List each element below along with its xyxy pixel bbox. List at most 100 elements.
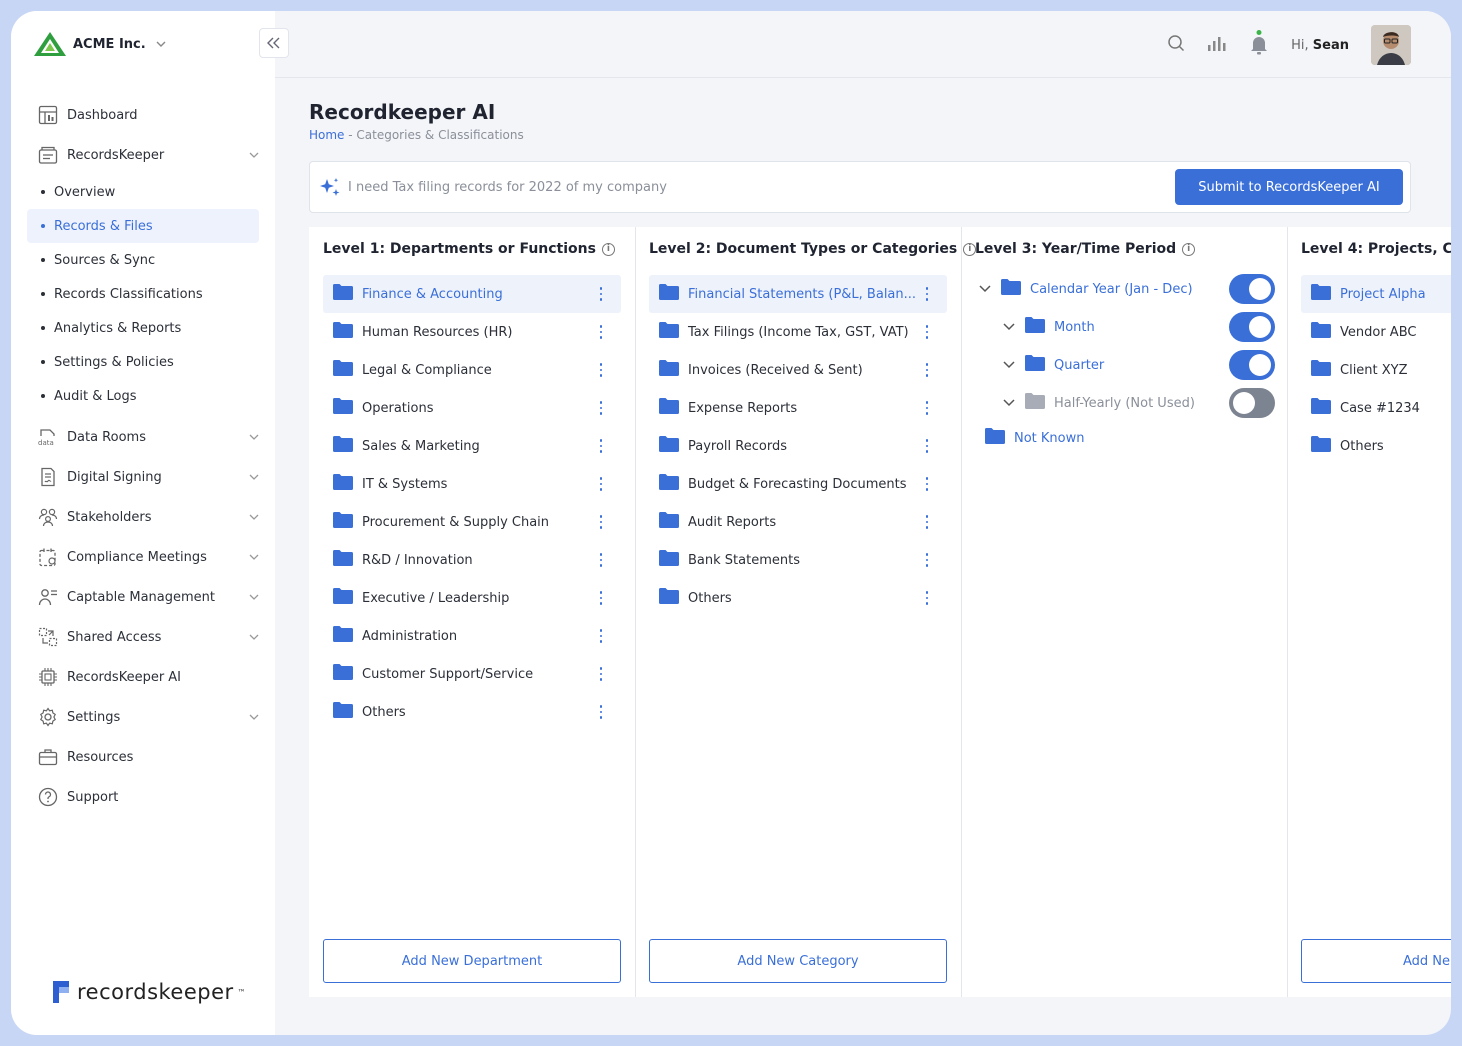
sidebar-item-recordskeeper-ai[interactable]: RecordsKeeper AI [27, 657, 259, 697]
more-options-icon[interactable] [595, 666, 607, 682]
info-icon[interactable]: i [1182, 242, 1196, 256]
tree-item-calendar-year[interactable]: Calendar Year (Jan - Dec) [977, 279, 1193, 299]
more-options-icon[interactable] [595, 286, 607, 302]
sidebar-subitem-records-classifications[interactable]: Records Classifications [27, 277, 259, 311]
more-options-icon[interactable] [595, 590, 607, 606]
more-options-icon[interactable] [595, 324, 607, 340]
more-options-icon[interactable] [595, 400, 607, 416]
ai-prompt-input[interactable] [348, 176, 1048, 198]
add-new-department-button[interactable]: Add New Department [323, 939, 621, 983]
level1-item[interactable]: R&D / Innovation [323, 541, 621, 579]
level1-item[interactable]: Sales & Marketing [323, 427, 621, 465]
sidebar-item-captable-management[interactable]: Captable Management [27, 577, 259, 617]
month-toggle[interactable] [1229, 312, 1275, 342]
chevron-down-icon[interactable] [1001, 321, 1017, 334]
subitem-label: Analytics & Reports [54, 320, 182, 336]
level2-item[interactable]: Invoices (Received & Sent) [649, 351, 947, 389]
more-options-icon[interactable] [595, 628, 607, 644]
tree-item-quarter[interactable]: Quarter [1001, 355, 1104, 375]
more-options-icon[interactable] [921, 438, 933, 454]
tree-item-month[interactable]: Month [1001, 317, 1095, 337]
more-options-icon[interactable] [921, 590, 933, 606]
level4-item[interactable]: Project Alpha [1301, 275, 1451, 313]
chevron-down-icon[interactable] [1001, 397, 1017, 410]
sidebar-item-data-rooms[interactable]: data Data Rooms [27, 417, 259, 457]
sidebar-item-resources[interactable]: Resources [27, 737, 259, 777]
sidebar-item-shared-access[interactable]: Shared Access [27, 617, 259, 657]
sidebar-item-stakeholders[interactable]: Stakeholders [27, 497, 259, 537]
more-options-icon[interactable] [595, 552, 607, 568]
half-yearly-toggle[interactable] [1229, 388, 1275, 418]
collapse-sidebar-button[interactable] [259, 28, 289, 58]
acme-logo-icon [34, 32, 66, 56]
add-new-project-button[interactable]: Add Ne [1301, 939, 1451, 983]
sidebar-subitem-analytics-reports[interactable]: Analytics & Reports [27, 311, 259, 345]
more-options-icon[interactable] [921, 324, 933, 340]
level4-item[interactable]: Client XYZ [1301, 351, 1451, 389]
more-options-icon[interactable] [921, 514, 933, 530]
level2-item[interactable]: Tax Filings (Income Tax, GST, VAT) [649, 313, 947, 351]
level1-item[interactable]: Human Resources (HR) [323, 313, 621, 351]
folder-icon [985, 428, 1005, 448]
info-icon[interactable]: i [601, 242, 615, 256]
calendar-year-toggle[interactable] [1229, 274, 1275, 304]
level1-item[interactable]: Customer Support/Service [323, 655, 621, 693]
sidebar-subitem-records-files[interactable]: Records & Files [27, 209, 259, 243]
level4-item[interactable]: Others [1301, 427, 1451, 465]
more-options-icon[interactable] [921, 400, 933, 416]
sidebar-item-recordskeeper[interactable]: RecordsKeeper [27, 135, 259, 175]
sidebar-subitem-overview[interactable]: Overview [27, 175, 259, 209]
more-options-icon[interactable] [921, 286, 933, 302]
search-icon[interactable] [1167, 34, 1185, 56]
more-options-icon[interactable] [595, 476, 607, 492]
level1-item[interactable]: IT & Systems [323, 465, 621, 503]
calendar-icon [37, 546, 59, 568]
level4-item[interactable]: Case #1234 [1301, 389, 1451, 427]
more-options-icon[interactable] [921, 476, 933, 492]
sidebar-item-compliance-meetings[interactable]: Compliance Meetings [27, 537, 259, 577]
more-options-icon[interactable] [921, 362, 933, 378]
quarter-toggle[interactable] [1229, 350, 1275, 380]
more-options-icon[interactable] [595, 704, 607, 720]
sidebar-item-dashboard[interactable]: Dashboard [27, 95, 259, 135]
level2-item[interactable]: Budget & Forecasting Documents [649, 465, 947, 503]
level1-item[interactable]: Operations [323, 389, 621, 427]
level2-item[interactable]: Payroll Records [649, 427, 947, 465]
level2-item[interactable]: Bank Statements [649, 541, 947, 579]
more-options-icon[interactable] [595, 514, 607, 530]
level1-item[interactable]: Procurement & Supply Chain [323, 503, 621, 541]
analytics-icon[interactable] [1207, 34, 1227, 56]
notification-bell-icon[interactable] [1249, 30, 1269, 60]
add-new-category-button[interactable]: Add New Category [649, 939, 947, 983]
level1-item[interactable]: Executive / Leadership [323, 579, 621, 617]
folder-icon [1311, 284, 1331, 304]
level4-item[interactable]: Vendor ABC [1301, 313, 1451, 351]
level1-item[interactable]: Administration [323, 617, 621, 655]
user-greeting: Hi, Sean [1291, 38, 1349, 53]
sidebar-item-digital-signing[interactable]: Digital Signing [27, 457, 259, 497]
level2-item[interactable]: Others [649, 579, 947, 617]
level2-item[interactable]: Expense Reports [649, 389, 947, 427]
sidebar-subitem-sources-sync[interactable]: Sources & Sync [27, 243, 259, 277]
sidebar-item-support[interactable]: Support [27, 777, 259, 817]
breadcrumb-home-link[interactable]: Home [309, 128, 344, 142]
chevron-down-icon[interactable] [977, 283, 993, 296]
sidebar-subitem-audit-logs[interactable]: Audit & Logs [27, 379, 259, 413]
level2-item[interactable]: Audit Reports [649, 503, 947, 541]
more-options-icon[interactable] [595, 438, 607, 454]
submit-ai-button[interactable]: Submit to RecordsKeeper AI [1175, 169, 1403, 205]
sidebar-item-settings[interactable]: Settings [27, 697, 259, 737]
chevron-down-icon[interactable] [1001, 359, 1017, 372]
level1-item[interactable]: Finance & Accounting [323, 275, 621, 313]
more-options-icon[interactable] [595, 362, 607, 378]
tree-item-not-known[interactable]: Not Known [985, 428, 1085, 448]
folder-icon [1311, 436, 1331, 456]
tree-item-half-yearly[interactable]: Half-Yearly (Not Used) [1001, 393, 1195, 413]
company-switcher[interactable]: ACME Inc. [33, 31, 166, 57]
level1-item[interactable]: Legal & Compliance [323, 351, 621, 389]
level2-item[interactable]: Financial Statements (P&L, Balan... [649, 275, 947, 313]
avatar[interactable] [1371, 25, 1411, 65]
level1-item[interactable]: Others [323, 693, 621, 731]
more-options-icon[interactable] [921, 552, 933, 568]
sidebar-subitem-settings-policies[interactable]: Settings & Policies [27, 345, 259, 379]
